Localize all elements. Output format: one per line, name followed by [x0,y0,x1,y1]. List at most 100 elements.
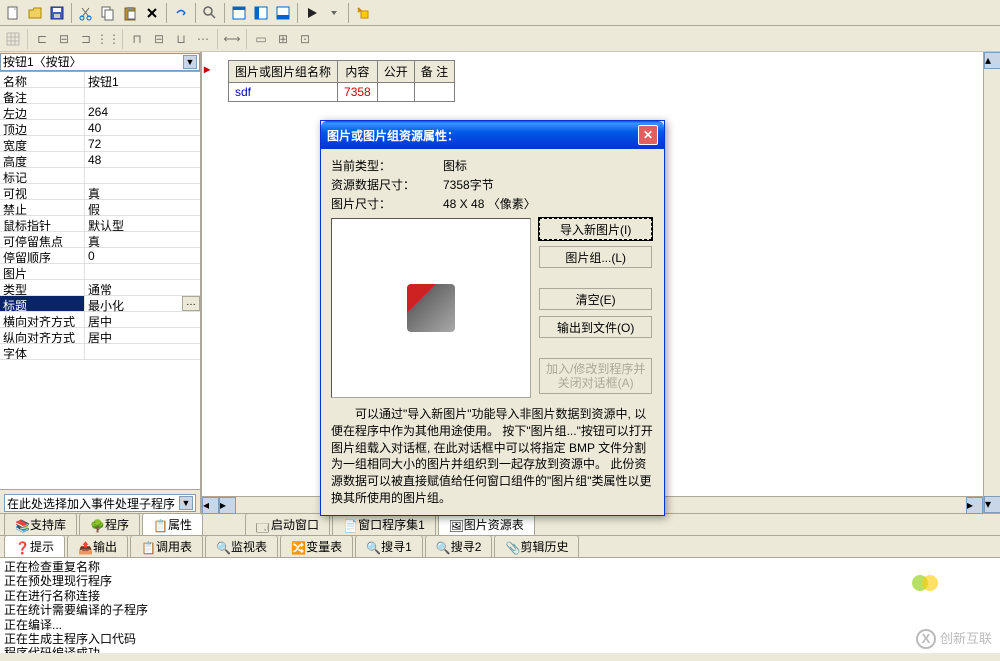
property-value[interactable]: 假 [85,200,200,215]
property-value[interactable] [85,168,200,183]
find-icon[interactable] [199,2,221,24]
property-value[interactable]: 最小化 [85,296,182,311]
import-image-button[interactable]: 导入新图片(I) [539,218,652,240]
resource-table[interactable]: 图片或图片组名称 内容 公开 备 注 sdf 7358 [228,60,455,102]
property-label: 备注 [0,88,85,103]
property-row[interactable]: 备注 [0,88,200,104]
paste-icon[interactable] [119,2,141,24]
chevron-down-icon[interactable]: ▼ [183,55,197,69]
property-value[interactable]: 72 [85,136,200,151]
event-selector[interactable]: 在此处选择加入事件处理子程序 ▼ [4,494,196,512]
tab-calltable[interactable]: 📋调用表 [130,535,203,557]
tab-program[interactable]: 🌳程序 [79,513,140,535]
align-spread-icon: ⋮⋮ [97,28,119,50]
close-icon[interactable]: ✕ [638,125,658,145]
new-file-icon[interactable] [2,2,24,24]
tab-cliphistory[interactable]: 📎剪辑历史 [494,535,579,557]
scroll-end-icon[interactable]: ▸ [966,497,983,514]
property-row[interactable]: 图片 [0,264,200,280]
property-value[interactable]: 通常 [85,280,200,295]
property-row[interactable]: 可视真 [0,184,200,200]
property-row[interactable]: 可停留焦点真 [0,232,200,248]
property-value[interactable]: 默认型 [85,216,200,231]
output-area[interactable]: X 创新互联 正在检查重复名称正在预处理现行程序正在进行名称连接正在统计需要编译… [0,558,1000,653]
tab-image-resource[interactable]: 🖼图片资源表 [438,513,535,535]
tab-hint[interactable]: ❓提示 [4,535,65,557]
property-row[interactable]: 鼠标指针默认型 [0,216,200,232]
tab-support-lib[interactable]: 📚支持库 [4,513,77,535]
property-label: 标记 [0,168,85,183]
chevron-down-icon[interactable]: ▼ [179,496,193,510]
property-row[interactable]: 禁止假 [0,200,200,216]
tab-watch[interactable]: 🔍监视表 [205,535,278,557]
property-value[interactable]: 40 [85,120,200,135]
align-left-icon: ⊏ [31,28,53,50]
cell-public[interactable] [377,83,414,102]
scroll-left-icon[interactable]: ◂ [202,497,219,514]
property-value[interactable]: 264 [85,104,200,119]
property-row[interactable]: 宽度72 [0,136,200,152]
grid-icon [2,28,24,50]
tab-startup-window[interactable]: 🗔启动窗口 [245,513,330,535]
col-public[interactable]: 公开 [377,61,414,83]
window-layout2-icon[interactable] [250,2,272,24]
property-value[interactable] [85,344,200,359]
property-row[interactable]: 标记 [0,168,200,184]
property-ellipsis-button[interactable]: … [182,296,200,311]
property-row[interactable]: 停留顺序0 [0,248,200,264]
property-row[interactable]: 标题最小化… [0,296,200,312]
window-layout3-icon[interactable] [272,2,294,24]
save-icon[interactable] [46,2,68,24]
col-content[interactable]: 内容 [338,61,378,83]
tab-property[interactable]: 📋属性 [142,513,203,535]
property-row[interactable]: 纵向对齐方式居中 [0,328,200,344]
cut-icon[interactable] [75,2,97,24]
delete-icon[interactable] [141,2,163,24]
tab-output[interactable]: 📤输出 [67,535,128,557]
property-row[interactable]: 高度48 [0,152,200,168]
clear-button[interactable]: 清空(E) [539,288,652,310]
output-file-button[interactable]: 输出到文件(O) [539,316,652,338]
col-note[interactable]: 备 注 [414,61,454,83]
property-row[interactable]: 名称按钮1 [0,72,200,88]
property-value[interactable]: 居中 [85,312,200,327]
property-value[interactable]: 居中 [85,328,200,343]
run-icon[interactable] [301,2,323,24]
tab-search2[interactable]: 🔍搜寻2 [425,535,493,557]
undo-icon[interactable] [170,2,192,24]
table-row[interactable]: sdf 7358 [229,83,455,102]
group3-icon: ⊡ [294,28,316,50]
toolbar-separator [297,3,298,23]
object-combo[interactable]: 按钮1〈按钮〉 ▼ [0,53,200,71]
scroll-up-icon[interactable]: ▴ [984,52,1000,69]
tab-search1[interactable]: 🔍搜寻1 [355,535,423,557]
tab-window-procset[interactable]: 📄窗口程序集1 [332,513,436,535]
property-row[interactable]: 顶边40 [0,120,200,136]
property-row[interactable]: 左边264 [0,104,200,120]
scroll-right-icon[interactable]: ▸ [219,497,236,514]
dialog-titlebar[interactable]: 图片或图片组资源属性： ✕ [321,121,664,149]
property-row[interactable]: 字体 [0,344,200,360]
col-name[interactable]: 图片或图片组名称 [229,61,338,83]
property-value[interactable] [85,88,200,103]
property-value[interactable]: 0 [85,248,200,263]
property-value[interactable]: 48 [85,152,200,167]
property-grid[interactable]: 名称按钮1备注左边264顶边40宽度72高度48标记可视真禁止假鼠标指针默认型可… [0,72,200,465]
property-value[interactable]: 真 [85,232,200,247]
copy-icon[interactable] [97,2,119,24]
property-row[interactable]: 横向对齐方式居中 [0,312,200,328]
property-value[interactable] [85,264,200,279]
property-value[interactable]: 真 [85,184,200,199]
open-file-icon[interactable] [24,2,46,24]
window-layout1-icon[interactable] [228,2,250,24]
dropdown-icon[interactable] [323,2,345,24]
cell-name[interactable]: sdf [229,83,338,102]
tool-icon[interactable] [352,2,374,24]
cell-content[interactable]: 7358 [338,83,378,102]
property-value[interactable]: 按钮1 [85,72,200,87]
image-group-button[interactable]: 图片组...(L) [539,246,652,268]
property-row[interactable]: 类型通常 [0,280,200,296]
cell-note[interactable] [414,83,454,102]
scroll-down-icon[interactable]: ▾ [984,496,1000,513]
tab-variables[interactable]: 🔀变量表 [280,535,353,557]
